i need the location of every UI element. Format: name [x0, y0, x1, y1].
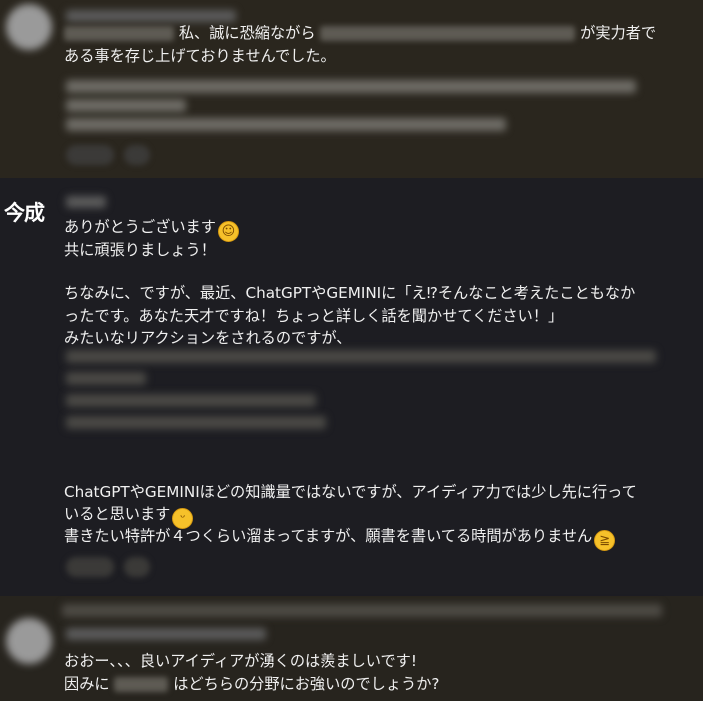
like-reaction-button[interactable] — [66, 557, 114, 577]
comment-text-line: ちなみに、ですが、最近、ChatGPTやGEMINIに「え⁉そんなこと考えたこと… — [64, 284, 636, 302]
comment-text-line: 私、誠に恐縮ながら が実力者で — [64, 22, 656, 44]
comment-text-fragment: いると思います — [64, 505, 171, 523]
redacted-text — [64, 26, 174, 41]
comment-text-fragment: が実力者で — [580, 24, 657, 42]
tears-of-joy-icon: ≧ — [594, 530, 616, 551]
author-logo[interactable]: 今成 — [4, 197, 45, 227]
comment-author-blurred — [66, 628, 266, 640]
redacted-text — [66, 118, 506, 131]
comment-previous: 私、誠に恐縮ながら が実力者で ある事を存じ上げておりませんでした。 — [0, 0, 703, 178]
comment-text-line: みたいなリアクションをされるのですが、 — [64, 329, 352, 347]
like-reaction-button[interactable] — [66, 145, 114, 165]
comment-author-blurred — [66, 10, 236, 22]
comment-text-line: ったです。あなた天才ですね！ちょっと詳しく話を聞かせてください！」 — [64, 307, 564, 325]
redacted-text — [66, 80, 636, 93]
comment-text-fragment: 私、誠に恐縮ながら — [178, 24, 316, 42]
redacted-text — [66, 350, 656, 363]
comment-text-fragment: 書きたい特許が４つくらい溜まってますが、願書を書いてる時間がありません — [64, 527, 593, 545]
redacted-text — [66, 99, 186, 112]
comment-text-line: ChatGPTやGEMINIほどの知識量ではないですが、アイディア力では少し先に… — [64, 483, 637, 501]
redacted-text — [66, 416, 326, 429]
redacted-text — [114, 677, 169, 692]
smiling-face-icon: ☺ — [217, 221, 239, 242]
avatar[interactable] — [6, 618, 52, 664]
redacted-text — [62, 604, 662, 617]
redacted-text — [320, 26, 576, 41]
reply-button[interactable] — [124, 557, 150, 577]
comment-text-fragment: はどちらの分野にお強いのでしょうか? — [173, 675, 440, 693]
reply-button[interactable] — [124, 145, 150, 165]
comment-text-fragment: 因みに — [64, 675, 110, 693]
comment-text-line: おおー、、、良いアイディアが湧くのは羨ましいです! — [64, 652, 417, 670]
comment-text-fragment: ありがとうございます — [64, 218, 216, 236]
redacted-text — [66, 372, 146, 385]
comment-text-line: 書きたい特許が４つくらい溜まってますが、願書を書いてる時間がありません ≧ — [64, 525, 616, 551]
comment-text-line: 共に頑張りましょう！ — [64, 241, 216, 259]
comment-author-blurred — [66, 196, 106, 208]
comment-text-line: ある事を存じ上げておりませんでした。 — [64, 47, 336, 65]
comment-text-line: 因みに はどちらの分野にお強いのでしょうか? — [64, 673, 439, 695]
avatar[interactable] — [6, 4, 52, 50]
redacted-text — [66, 394, 316, 407]
